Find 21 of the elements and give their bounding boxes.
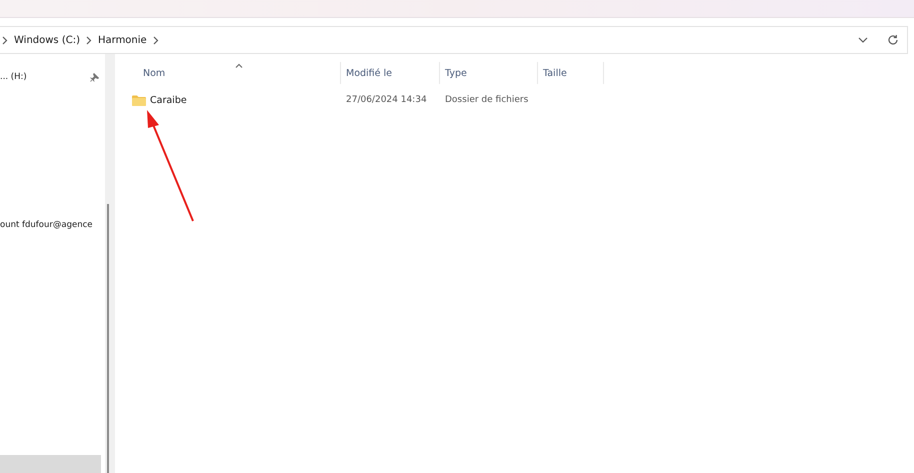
scrollbar[interactable] [105, 54, 115, 473]
modified-date: 27/06/2024 14:34 [346, 95, 427, 105]
chevron-icon [86, 36, 92, 44]
sort-caret-icon [235, 63, 243, 68]
sidebar-item[interactable]: ount fdufour@agence [0, 216, 105, 234]
chevron-icon [152, 36, 159, 44]
breadcrumb[interactable]: Windows (C:) [14, 34, 80, 46]
column-header[interactable]: Nom [130, 62, 341, 84]
file-name[interactable]: Caraibe [150, 94, 187, 106]
column-header[interactable]: Type [440, 62, 538, 84]
sidebar-item[interactable]: ... (H:) [0, 68, 105, 86]
pin-icon [90, 72, 99, 82]
folder-icon [132, 94, 146, 106]
column-header[interactable]: Taille [538, 62, 604, 84]
file-type: Dossier de fichiers [445, 95, 528, 105]
dropdown-icon[interactable] [858, 37, 868, 43]
address-bar[interactable]: Windows (C:) Harmonie [0, 26, 908, 54]
column-header[interactable]: Modifié le [341, 62, 440, 84]
breadcrumb[interactable]: Harmonie [98, 34, 147, 46]
chevron-icon [2, 36, 8, 44]
refresh-icon[interactable] [887, 34, 899, 46]
